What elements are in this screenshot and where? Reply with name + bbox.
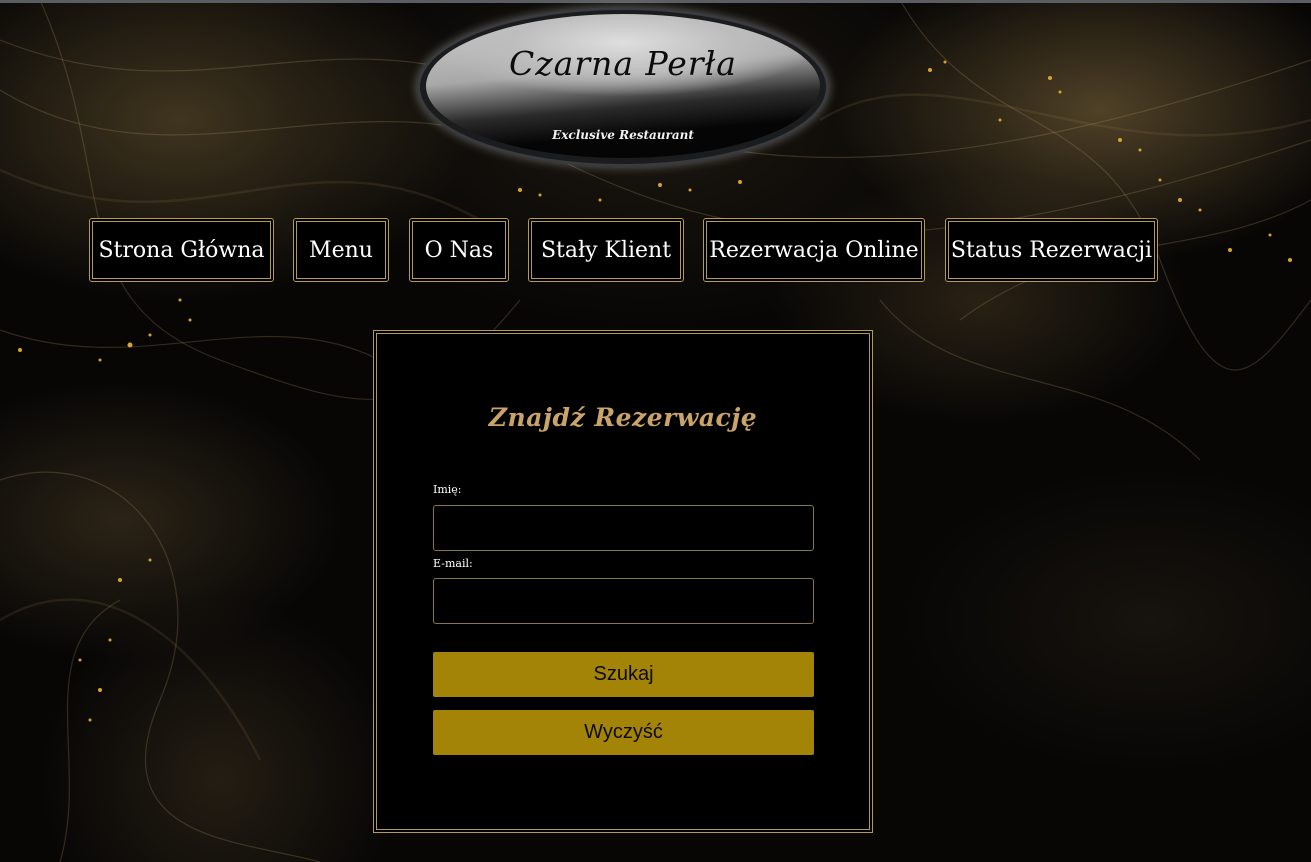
nav-home[interactable]: Strona Główna xyxy=(89,218,274,282)
nav-online-reservation[interactable]: Rezerwacja Online xyxy=(703,218,925,282)
logo-subtitle: Exclusive Restaurant xyxy=(552,128,694,142)
email-label: E-mail: xyxy=(433,557,473,570)
clear-button[interactable]: Wyczyść xyxy=(433,710,814,755)
nav-about[interactable]: O Nas xyxy=(409,218,509,282)
logo-title: Czarna Perła xyxy=(509,44,737,83)
panel-title: Znajdź Rezerwację xyxy=(488,403,758,432)
find-reservation-panel: Znajdź Rezerwację Imię: E-mail: Szukaj W… xyxy=(373,330,873,833)
nav-reservation-status[interactable]: Status Rezerwacji xyxy=(945,218,1158,282)
top-border xyxy=(0,0,1311,3)
email-input[interactable] xyxy=(433,578,814,624)
logo-pearl: Czarna Perła Exclusive Restaurant xyxy=(426,14,820,158)
nav-regular-client[interactable]: Stały Klient xyxy=(528,218,684,282)
restaurant-logo[interactable]: Czarna Perła Exclusive Restaurant xyxy=(417,7,829,167)
name-label: Imię: xyxy=(433,483,462,496)
search-button[interactable]: Szukaj xyxy=(433,652,814,697)
name-input[interactable] xyxy=(433,505,814,551)
nav-menu[interactable]: Menu xyxy=(293,218,389,282)
